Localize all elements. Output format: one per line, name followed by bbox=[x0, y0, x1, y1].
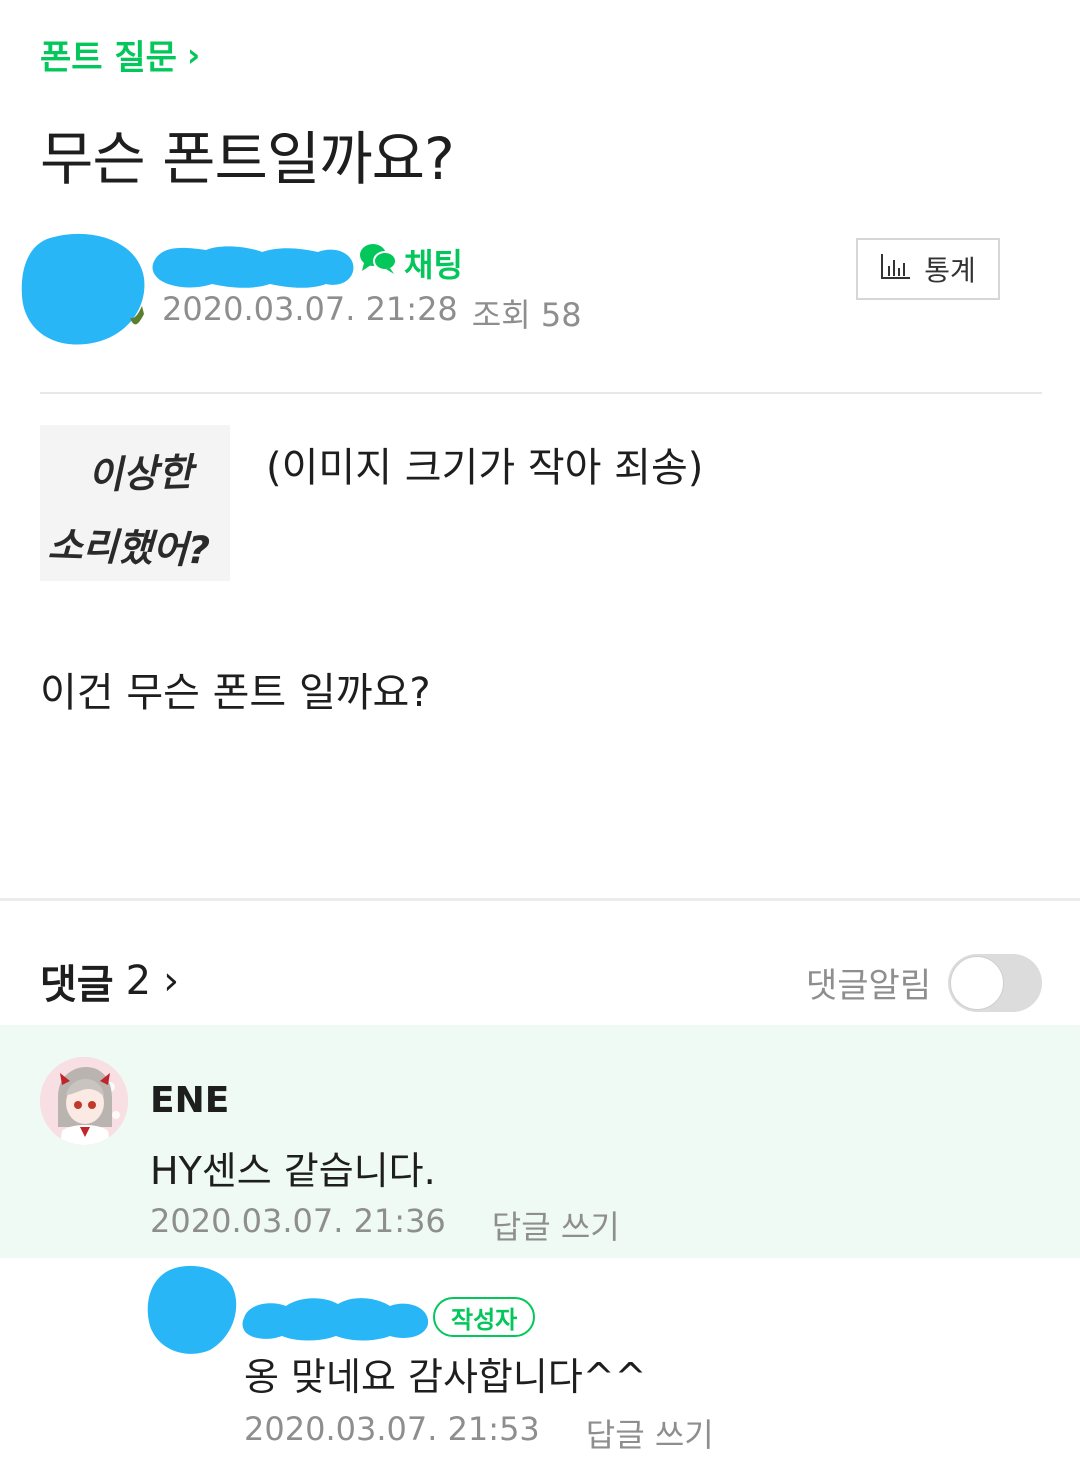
font-sample-line-2: 소리했어? bbox=[47, 523, 210, 573]
board-link[interactable]: 폰트 질문 › bbox=[40, 30, 200, 79]
chat-label: 채팅 bbox=[404, 246, 463, 284]
comment-notify-label: 댓글알림 bbox=[806, 966, 932, 1006]
reply-author-avatar[interactable] bbox=[146, 1262, 238, 1356]
reply-button[interactable]: 답글 쓰기 bbox=[586, 1410, 714, 1456]
redacted-avatar-scribble bbox=[21, 233, 145, 345]
views-count: 58 bbox=[540, 296, 582, 334]
post-date: 2020.03.07. 21:28 bbox=[162, 290, 458, 328]
comments-label: 댓글 bbox=[40, 962, 114, 1008]
chat-bubbles-icon bbox=[358, 241, 398, 285]
post-body: 이건 무슨 폰트 일까요? bbox=[40, 670, 431, 716]
divider bbox=[40, 392, 1042, 394]
chat-link[interactable]: 채팅 bbox=[358, 240, 463, 286]
commenter-avatar[interactable] bbox=[40, 1057, 128, 1145]
comment-text: HY센스 같습니다. bbox=[150, 1149, 436, 1193]
bar-chart-icon bbox=[880, 252, 912, 287]
image-note: (이미지 크기가 작아 죄송) bbox=[266, 445, 704, 491]
font-sample-image[interactable]: 이상한 소리했어? bbox=[40, 425, 230, 581]
post-meta: 2020.03.07. 21:28 조회 58 bbox=[162, 290, 582, 336]
commenter-name[interactable]: ENE bbox=[150, 1080, 229, 1121]
toggle-knob bbox=[950, 956, 1004, 1010]
redacted-reply-author-name[interactable] bbox=[240, 1288, 430, 1344]
comment-notify-toggle[interactable] bbox=[948, 954, 1042, 1012]
views-label: 조회 bbox=[471, 296, 531, 334]
comment-meta: 2020.03.07. 21:53 답글 쓰기 bbox=[244, 1410, 714, 1456]
comments-count: 2 bbox=[125, 958, 152, 1004]
author-avatar[interactable] bbox=[20, 230, 146, 346]
comments-heading[interactable]: 댓글 2 › bbox=[40, 952, 179, 1010]
comment-text: 옹 맞네요 감사합니다^^ bbox=[244, 1355, 647, 1399]
post-title: 무슨 폰트일까요? bbox=[40, 125, 455, 193]
redacted-author-name[interactable] bbox=[150, 238, 355, 292]
section-divider bbox=[0, 898, 1080, 901]
board-name: 폰트 질문 bbox=[40, 38, 177, 78]
font-sample-line-1: 이상한 bbox=[87, 450, 198, 498]
chevron-right-icon: › bbox=[186, 35, 201, 74]
comment-meta: 2020.03.07. 21:36 답글 쓰기 bbox=[150, 1202, 620, 1248]
stats-label: 통계 bbox=[924, 254, 976, 287]
reply-button[interactable]: 답글 쓰기 bbox=[492, 1202, 620, 1248]
comment-date: 2020.03.07. 21:53 bbox=[244, 1410, 540, 1448]
comment-date: 2020.03.07. 21:36 bbox=[150, 1202, 446, 1240]
author-badge: 작성자 bbox=[433, 1297, 536, 1337]
chevron-right-icon: › bbox=[163, 958, 180, 1004]
stats-button[interactable]: 통계 bbox=[856, 238, 1000, 300]
